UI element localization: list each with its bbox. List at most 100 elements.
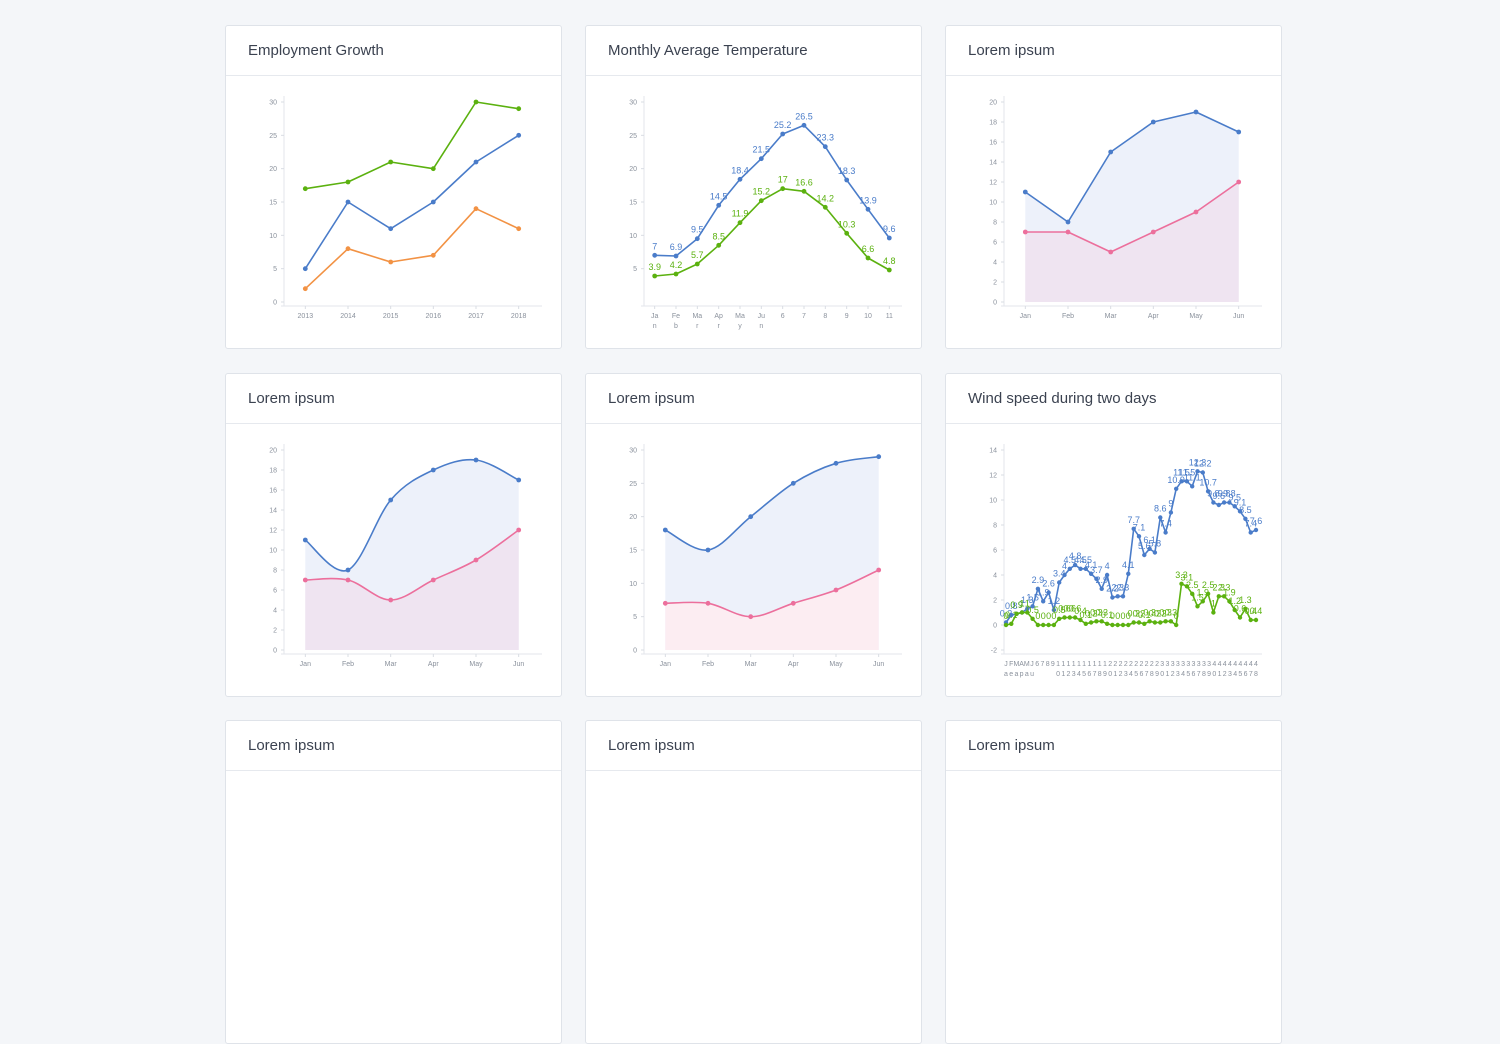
x-tick-label: J bbox=[1030, 661, 1034, 668]
data-point bbox=[302, 186, 308, 192]
data-point bbox=[833, 587, 839, 593]
x-tick-label: 0 bbox=[1212, 671, 1216, 678]
x-tick-label: 5 bbox=[1134, 671, 1138, 678]
x-tick-label: 0 bbox=[1160, 671, 1164, 678]
data-point bbox=[1030, 616, 1035, 621]
y-tick-label: 18 bbox=[269, 468, 277, 475]
temperature-chart: 5 10 15 20 25 30 Ja n Fe b Ma r Ap r Ma y Ju n 6 7 8 9 10 11 7 6.… bbox=[629, 96, 902, 330]
data-label: 18.4 bbox=[731, 165, 749, 175]
x-tick-label: 5 bbox=[1082, 671, 1086, 678]
x-tick-label: 4 bbox=[1077, 671, 1081, 678]
chart-card-2: Monthly Average Temperature 5 10 15 20 25 30 J… bbox=[585, 25, 922, 349]
y-tick-label: 2 bbox=[273, 628, 277, 635]
x-tick-label: Mar bbox=[745, 661, 758, 668]
data-point bbox=[1062, 572, 1067, 578]
y-tick-label: 10 bbox=[629, 581, 637, 588]
y-tick-label: 18 bbox=[989, 120, 997, 127]
x-tick-label: 2017 bbox=[468, 313, 484, 320]
data-point bbox=[1152, 620, 1158, 625]
data-point bbox=[1099, 586, 1104, 591]
chart-card-8: Lorem ipsum bbox=[585, 720, 922, 1044]
x-tick-label: 9 bbox=[1103, 671, 1107, 678]
data-point bbox=[801, 122, 807, 128]
x-tick-label: 4 bbox=[1129, 671, 1133, 678]
x-tick-label: n bbox=[759, 323, 763, 330]
data-label: 7 bbox=[652, 241, 657, 251]
x-tick-label: 2 bbox=[1139, 661, 1143, 668]
data-point bbox=[1067, 566, 1072, 571]
data-label: 11.9 bbox=[732, 209, 749, 219]
chart-area-2: 5 10 15 20 25 30 Ja n Fe b Ma r Ap r Ma y Ju n 6 7 8 9 10 11 7 6.… bbox=[586, 76, 921, 348]
data-label: 14.5 bbox=[710, 191, 728, 201]
x-tick-label: 4 bbox=[1238, 661, 1242, 668]
data-label: 8.5 bbox=[1239, 505, 1252, 515]
data-label: 5.8 bbox=[1149, 539, 1162, 549]
x-tick-label: 3 bbox=[1186, 661, 1190, 668]
data-point bbox=[1022, 229, 1028, 235]
x-tick-label: y bbox=[738, 323, 742, 330]
data-point bbox=[302, 537, 308, 543]
data-point bbox=[1216, 502, 1221, 508]
y-tick-label: 14 bbox=[269, 508, 277, 515]
data-label: 16.6 bbox=[795, 177, 813, 187]
y-tick-label: 10 bbox=[989, 498, 997, 505]
x-tick-label: 0 bbox=[1056, 671, 1060, 678]
data-point bbox=[1147, 619, 1152, 624]
x-tick-label: 3 bbox=[1160, 661, 1164, 668]
data-point bbox=[1110, 595, 1115, 600]
data-point bbox=[1150, 119, 1156, 125]
data-point bbox=[1211, 610, 1216, 615]
data-point bbox=[652, 252, 658, 258]
y-tick-label: 4 bbox=[273, 608, 277, 615]
data-point bbox=[473, 206, 479, 212]
data-point bbox=[516, 226, 522, 232]
chart-card-9: Lorem ipsum bbox=[945, 720, 1282, 1044]
x-tick-label: 1 bbox=[1056, 661, 1060, 668]
data-point bbox=[822, 144, 828, 150]
y-tick-label: 0 bbox=[633, 648, 637, 655]
y-tick-label: 5 bbox=[273, 266, 277, 273]
data-point bbox=[388, 226, 394, 232]
card-title: Wind speed during two days bbox=[946, 374, 1281, 424]
data-point bbox=[662, 600, 668, 606]
x-tick-label: 2015 bbox=[383, 313, 399, 320]
data-point bbox=[345, 246, 351, 252]
data-point bbox=[833, 460, 839, 466]
chart-area-3: 0 2 4 6 8 10 12 14 16 18 20 Jan Feb Mar Apr May Jun bbox=[946, 76, 1281, 348]
x-tick-label: 7 bbox=[1197, 671, 1201, 678]
x-tick-label: 2 bbox=[1067, 671, 1071, 678]
x-tick-label: 2 bbox=[1150, 661, 1154, 668]
chart-card-4: Lorem ipsum 0 2 4 6 8 10 12 14 16 18 20 Jan Feb Mar Ap… bbox=[225, 373, 562, 697]
y-tick-label: 10 bbox=[989, 200, 997, 207]
data-point bbox=[1035, 622, 1041, 628]
x-tick-label: 4 bbox=[1212, 661, 1216, 668]
y-tick-label: 16 bbox=[989, 140, 997, 147]
y-tick-label: 25 bbox=[629, 481, 637, 488]
chart-area-8 bbox=[586, 771, 921, 1043]
x-tick-label: Mar bbox=[1105, 313, 1118, 320]
series-line bbox=[654, 124, 890, 257]
x-tick-label: u bbox=[1030, 671, 1034, 678]
chart-area-9 bbox=[946, 771, 1281, 1043]
x-tick-label: 2 bbox=[1119, 671, 1123, 678]
data-point bbox=[1108, 249, 1114, 255]
data-label: 12.2 bbox=[1194, 459, 1212, 469]
data-point bbox=[876, 454, 882, 460]
data-label: 0 bbox=[1046, 611, 1051, 621]
data-label: 1 bbox=[1211, 599, 1216, 609]
x-tick-label: 6 bbox=[781, 313, 785, 320]
x-tick-label: 7 bbox=[1145, 671, 1149, 678]
y-tick-label: 6 bbox=[993, 548, 997, 555]
data-label: 2.6 bbox=[1042, 579, 1055, 589]
x-tick-label: 0 bbox=[1108, 671, 1112, 678]
data-point bbox=[716, 202, 722, 208]
x-tick-label: 2 bbox=[1129, 661, 1133, 668]
x-tick-label: Apr bbox=[1148, 313, 1160, 320]
x-tick-label: 1 bbox=[1087, 661, 1091, 668]
data-label: 6.6 bbox=[862, 244, 875, 254]
x-tick-label: b bbox=[674, 323, 678, 330]
data-point bbox=[1108, 149, 1114, 155]
data-label: 0 bbox=[1041, 611, 1046, 621]
x-tick-label: 1 bbox=[1166, 671, 1170, 678]
data-point bbox=[388, 497, 394, 503]
